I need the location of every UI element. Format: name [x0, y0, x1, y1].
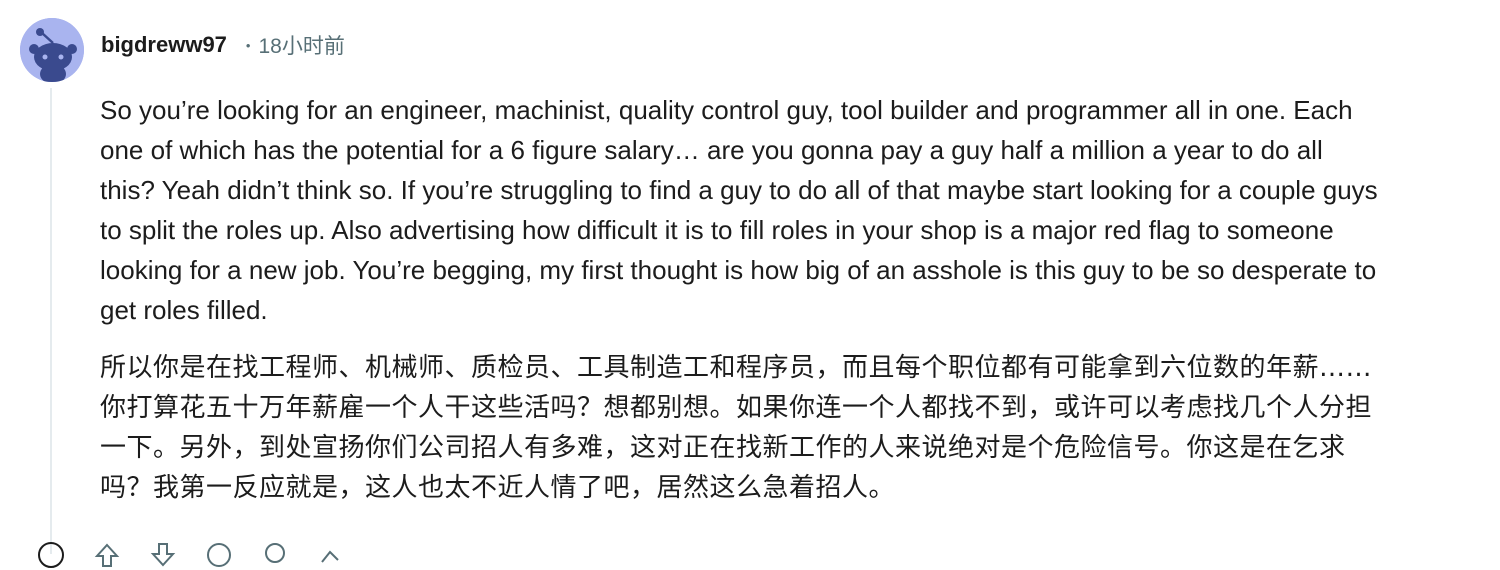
downvote-icon	[150, 543, 176, 567]
avatar[interactable]	[20, 18, 84, 82]
upvote-button[interactable]	[92, 540, 122, 570]
comment-timestamp[interactable]: 18小时前	[258, 30, 344, 60]
meta-separator: •	[245, 37, 251, 53]
comment-paragraph-zh: 所以你是在找工程师、机械师、质检员、工具制造工和程序员，而且每个职位都有可能拿到…	[100, 353, 1373, 503]
snoo-avatar-icon	[20, 18, 84, 82]
share-icon	[321, 550, 339, 563]
reply-button[interactable]	[204, 540, 234, 570]
thread-line[interactable]	[50, 88, 52, 554]
award-icon	[265, 543, 285, 563]
downvote-button[interactable]	[148, 540, 178, 570]
comment-body: So you’re looking for an engineer, machi…	[100, 90, 1390, 508]
collapse-icon	[38, 542, 64, 568]
comment-action-bar	[36, 540, 346, 570]
comment-author[interactable]: bigdreww97	[101, 32, 227, 58]
comment-header: bigdreww97 • 18小时前	[101, 29, 345, 61]
comment-paragraph-en: So you’re looking for an engineer, machi…	[100, 95, 1378, 325]
reply-icon	[207, 543, 231, 567]
collapse-button[interactable]	[36, 540, 66, 570]
share-button[interactable]	[316, 540, 346, 570]
upvote-icon	[94, 543, 120, 567]
award-button[interactable]	[260, 540, 290, 570]
